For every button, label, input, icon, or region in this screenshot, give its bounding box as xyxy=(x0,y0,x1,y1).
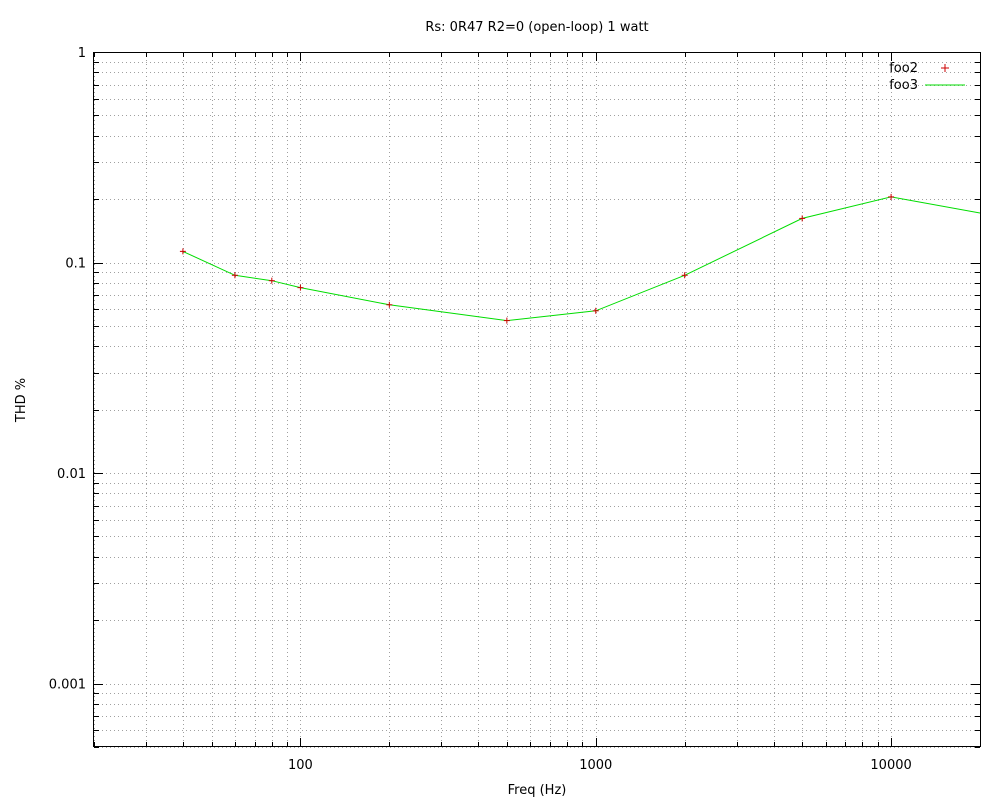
series-line-foo3 xyxy=(182,196,980,322)
chart-svg: Rs: 0R47 R2=0 (open-loop) 1 watt Freq (H… xyxy=(14,20,981,798)
x-tick-label: 1000 xyxy=(579,758,612,773)
x-tick-label: 100 xyxy=(288,758,313,773)
y-axis-label: THD % xyxy=(14,378,29,423)
data-point-foo2 xyxy=(592,307,599,314)
y-tick-label: 0.1 xyxy=(65,257,86,272)
x-tick-label: 10000 xyxy=(870,758,911,773)
y-tick-label: 1 xyxy=(78,46,86,61)
data-point-foo2 xyxy=(386,301,393,308)
data-point-foo2 xyxy=(799,215,806,222)
y-tick-label: 0.001 xyxy=(49,678,86,693)
data-point-foo2 xyxy=(503,317,510,324)
chart-root: Rs: 0R47 R2=0 (open-loop) 1 watt Freq (H… xyxy=(0,0,999,800)
data-point-foo2 xyxy=(297,284,304,291)
data-point-foo2 xyxy=(231,272,238,279)
data-point-foo2 xyxy=(681,272,688,279)
data-point-foo2 xyxy=(268,277,275,284)
data-point-foo2 xyxy=(179,248,186,255)
ticks-layer: 100 1000 10000 1 0.1 0.01 0.001 xyxy=(49,46,981,773)
x-axis-label: Freq (Hz) xyxy=(508,783,567,798)
chart-title: Rs: 0R47 R2=0 (open-loop) 1 watt xyxy=(425,20,648,35)
y-tick-label: 0.01 xyxy=(57,467,86,482)
plot-frame xyxy=(93,52,981,747)
legend-label-foo3: foo3 xyxy=(889,78,918,93)
legend: foo2 foo3 xyxy=(889,61,965,93)
data-point-foo2 xyxy=(888,193,895,200)
series-layer xyxy=(179,193,980,324)
grid-layer xyxy=(94,52,981,748)
legend-label-foo2: foo2 xyxy=(889,61,918,76)
